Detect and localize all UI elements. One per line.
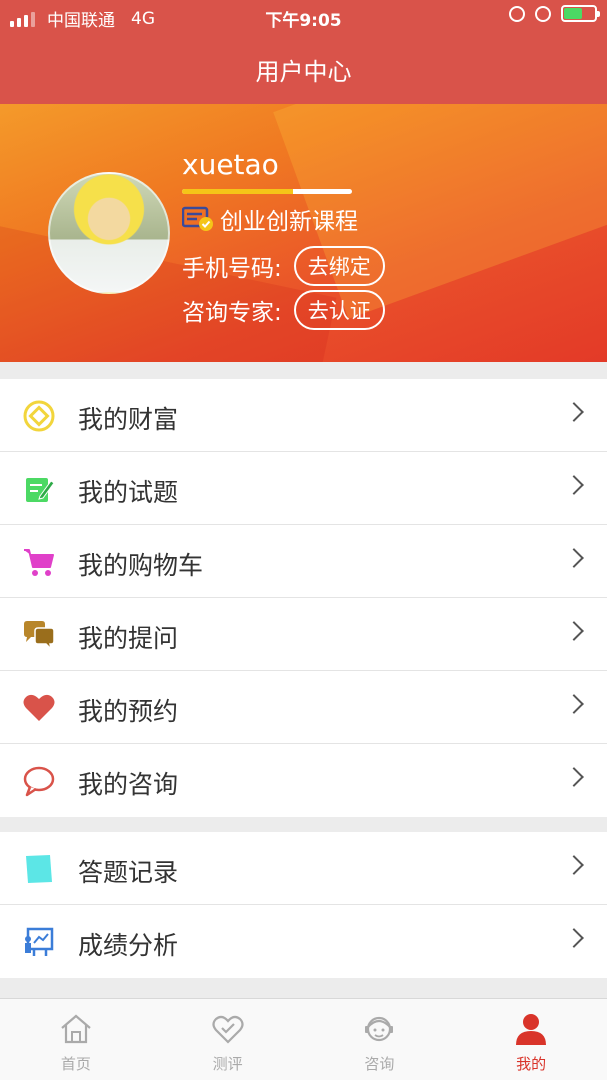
course-label: 创业创新课程	[220, 209, 358, 235]
page-title: 用户中心	[255, 58, 352, 86]
menu-item-label: 我的财富	[78, 405, 179, 434]
chevron-right-icon	[564, 855, 584, 875]
course-badge: 创业创新课程	[181, 202, 358, 236]
speech-bubble-icon	[22, 764, 56, 798]
tab-label: 我的	[516, 1055, 547, 1073]
tab-label: 测评	[212, 1055, 243, 1073]
cart-icon	[22, 545, 56, 579]
menu-item-label: 我的购物车	[78, 551, 204, 580]
chevron-right-icon	[564, 767, 584, 787]
avatar[interactable]	[48, 172, 170, 294]
menu-item-label: 我的咨询	[78, 770, 179, 799]
battery-icon	[561, 5, 600, 22]
alarm-icon	[535, 5, 551, 22]
tab-label: 咨询	[364, 1055, 395, 1073]
tab-consult[interactable]: 咨询	[304, 999, 456, 1080]
bind-phone-button[interactable]: 去绑定	[293, 246, 385, 286]
answer-sheet-icon	[22, 852, 56, 886]
consultant-icon	[365, 1016, 394, 1042]
username: xuetao	[182, 148, 279, 181]
expert-row: 咨询专家: 去认证	[182, 290, 385, 330]
menu-item-label: 成绩分析	[78, 931, 179, 960]
chevron-right-icon	[564, 548, 584, 568]
menu-item-consultations[interactable]: 我的咨询	[0, 744, 607, 817]
phone-row: 手机号码: 去绑定	[182, 246, 385, 286]
home-icon	[61, 1014, 91, 1044]
coin-icon	[22, 399, 56, 433]
menu-item-wealth[interactable]: 我的财富	[0, 379, 607, 452]
menu-item-label: 我的预约	[78, 697, 179, 726]
chevron-right-icon	[564, 402, 584, 422]
status-bar: 中国联通 4G 下午9:05	[0, 0, 607, 34]
menu-item-asks[interactable]: 我的提问	[0, 598, 607, 671]
menu-item-appointments[interactable]: 我的预约	[0, 671, 607, 744]
menu-item-label: 我的提问	[78, 624, 179, 653]
chat-bubbles-icon	[22, 618, 56, 652]
level-progress-bar	[182, 189, 352, 194]
chevron-right-icon	[564, 621, 584, 641]
user-icon	[516, 1014, 547, 1045]
top-bar: 中国联通 4G 下午9:05 用户中心	[0, 0, 607, 104]
expert-label: 咨询专家:	[182, 300, 282, 326]
menu-secondary: 答题记录 成绩分析	[0, 832, 607, 978]
menu-item-score-analysis[interactable]: 成绩分析	[0, 905, 607, 978]
rotation-lock-icon	[509, 5, 525, 22]
tab-me[interactable]: 我的	[455, 999, 607, 1080]
menu-primary: 我的财富 我的试题 我的购物车 我的提问 我的预约 我的咨询	[0, 379, 607, 817]
verify-expert-button[interactable]: 去认证	[293, 290, 385, 330]
chevron-right-icon	[564, 694, 584, 714]
analysis-board-icon	[22, 925, 56, 959]
certificate-icon	[181, 206, 214, 232]
menu-item-label: 我的试题	[78, 478, 179, 507]
tab-label: 首页	[60, 1055, 91, 1073]
menu-item-answer-records[interactable]: 答题记录	[0, 832, 607, 905]
tab-bar: 首页 测评 咨询 我的	[0, 998, 607, 1080]
menu-item-questions[interactable]: 我的试题	[0, 452, 607, 525]
profile-header: xuetao 创业创新课程 手机号码: 去绑定 咨询专家: 去认证	[0, 104, 607, 362]
tab-home[interactable]: 首页	[0, 999, 152, 1080]
tab-assessment[interactable]: 测评	[152, 999, 304, 1080]
chevron-right-icon	[564, 928, 584, 948]
menu-item-label: 答题记录	[78, 858, 179, 887]
edit-note-icon	[22, 472, 56, 506]
phone-label: 手机号码:	[182, 256, 282, 282]
menu-item-cart[interactable]: 我的购物车	[0, 525, 607, 598]
heart-outline-icon	[212, 1015, 244, 1044]
heart-icon	[22, 691, 56, 725]
chevron-right-icon	[564, 475, 584, 495]
